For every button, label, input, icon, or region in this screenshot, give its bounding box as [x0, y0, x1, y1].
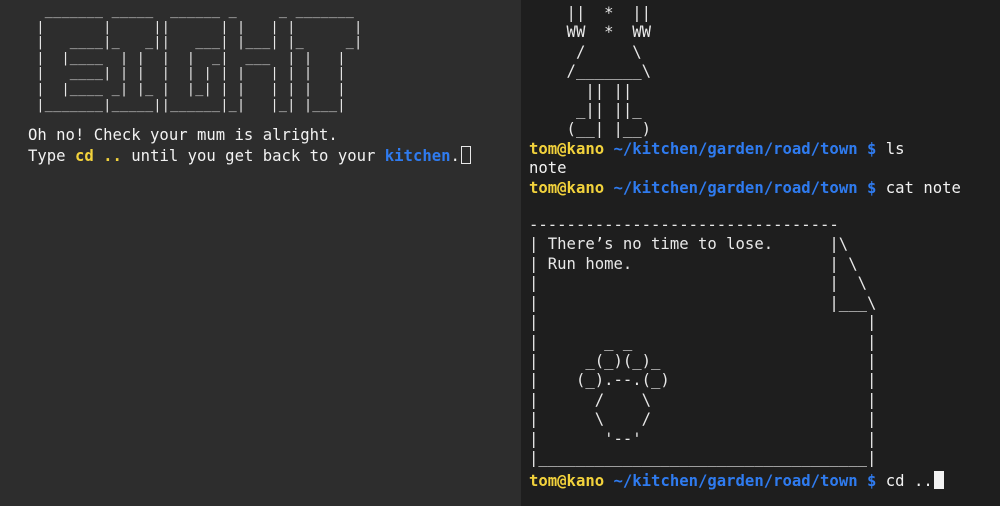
destination-hint: kitchen [384, 147, 451, 166]
banner-line: | |____ | | | | _| ___ | | | [28, 50, 346, 66]
banner-line: _______ _____ ______ _ _ _______ [28, 4, 355, 19]
prompt-sign: $ [867, 139, 877, 158]
prompt-line: tom@kano ~/kitchen/garden/road/town $ ca… [529, 179, 1000, 198]
prompt-user: tom@kano [529, 472, 605, 490]
story-pane: _______ _____ ______ _ _ _______ | | || … [0, 0, 521, 506]
prompt-path: ~/kitchen/garden/road/town [613, 472, 858, 490]
chapter-banner: _______ _____ ______ _ _ _______ | | || … [28, 4, 521, 113]
prompt-sign: $ [867, 178, 877, 197]
prompt-sign: $ [867, 472, 877, 490]
command-text: cat note [885, 178, 961, 197]
command-hint: cd .. [74, 147, 122, 166]
prompt-user: tom@kano [529, 178, 605, 197]
story-message: Oh no! Check your mum is alright. Type c… [28, 125, 521, 167]
message-line-1: Oh no! Check your mum is alright. [28, 126, 338, 145]
active-prompt-line[interactable]: tom@kano ~/kitchen/garden/road/town $ cd… [529, 471, 944, 491]
command-text: ls [885, 139, 905, 158]
prompt-line: tom@kano ~/kitchen/garden/road/town $ ls [529, 140, 1000, 159]
terminal-pane[interactable]: || * || WW * WW / \ /_______\ || || _|| … [521, 0, 1000, 506]
banner-line: | ____| | | | | | | | | | | | [28, 66, 346, 82]
character-ascii-art: || * || WW * WW / \ /_______\ || || _|| … [566, 4, 652, 139]
command-input[interactable]: cd .. [886, 472, 933, 490]
banner-line: | | || | | | | | [28, 19, 363, 35]
message-line-2: Type cd .. until you get back to your ki… [28, 146, 521, 167]
prompt-user: tom@kano [529, 139, 605, 158]
banner-line: | |____ _| |_ | |_| | | | | | | [28, 81, 346, 97]
note-ascii-box: --------------------------------- | Ther… [529, 216, 877, 467]
terminal-cursor-icon [933, 471, 944, 489]
banner-line: |_______|_____||______|_| |_| |___| [28, 97, 346, 113]
prompt-path: ~/kitchen/garden/road/town [613, 178, 858, 197]
app-window: _______ _____ ______ _ _ _______ | | || … [0, 0, 1000, 506]
prompt-path: ~/kitchen/garden/road/town [613, 139, 858, 158]
text-cursor-icon [460, 146, 471, 165]
banner-line: | ____|_ _|| ___| |___| |_ _| [28, 35, 363, 51]
command-output: note [529, 159, 567, 178]
